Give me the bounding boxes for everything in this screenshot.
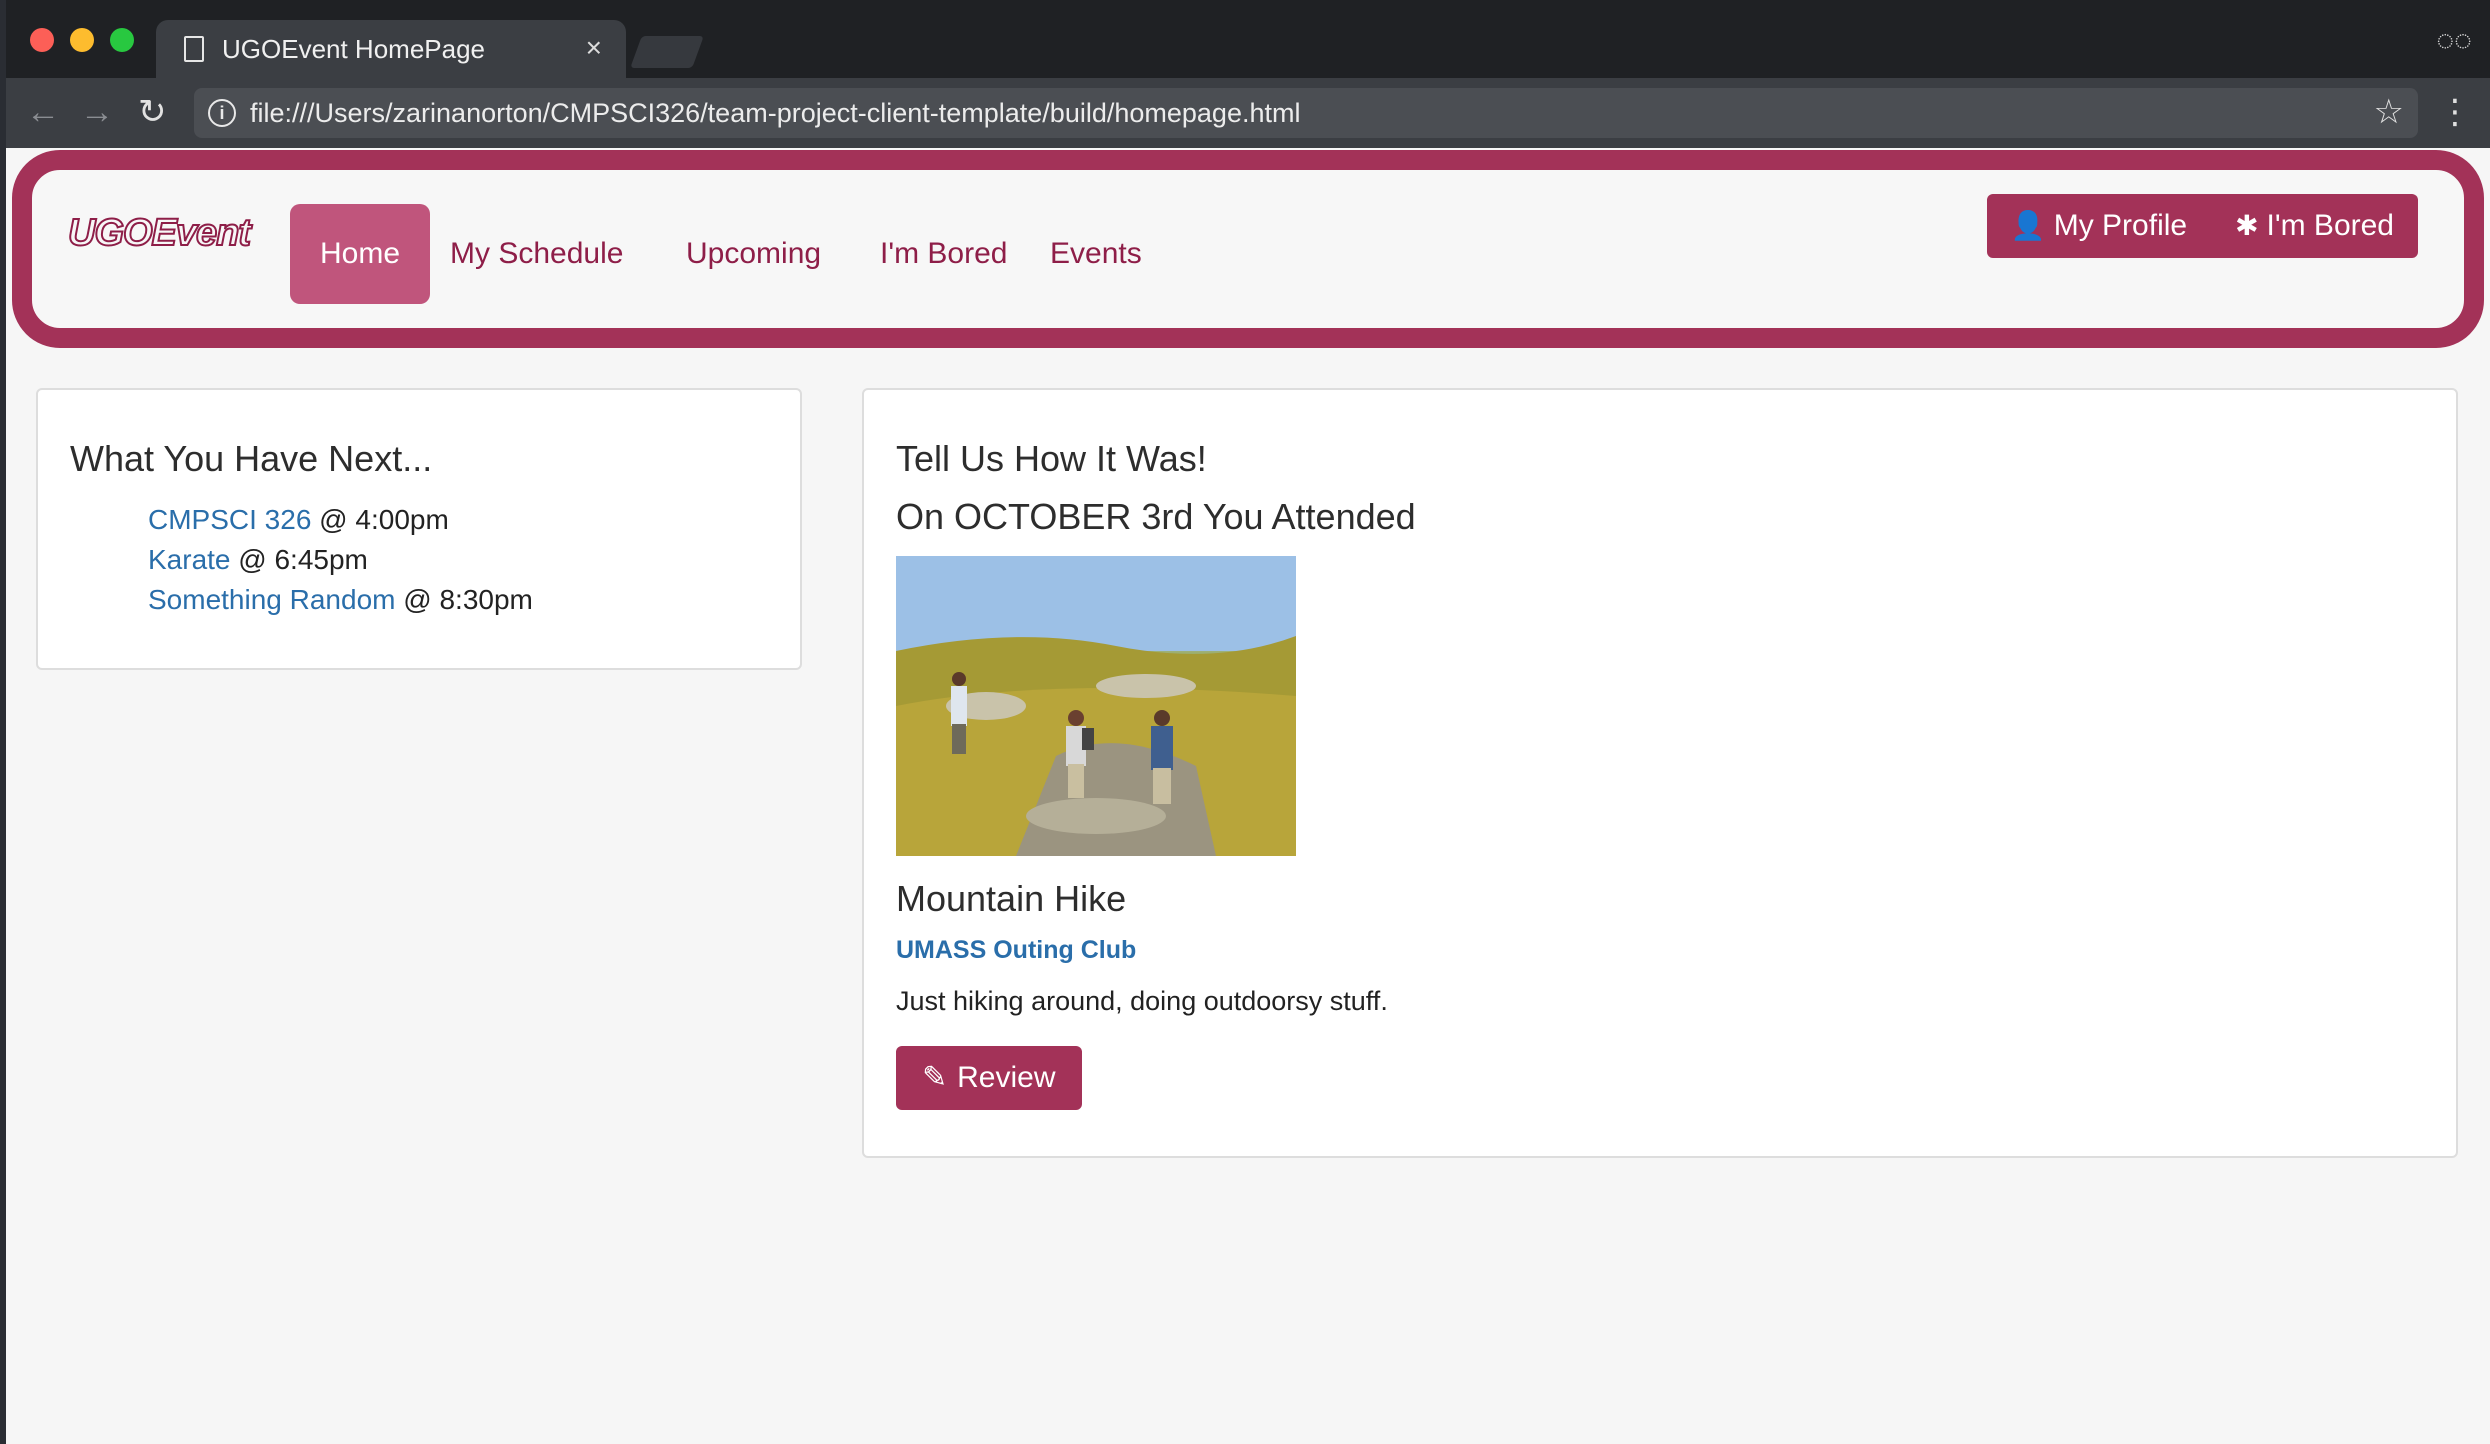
nav-events[interactable]: Events [1020,204,1172,304]
my-profile-button[interactable]: 👤 My Profile [1987,194,2211,258]
attended-subtitle: On OCTOBER 3rd You Attended [896,496,1416,537]
maximize-window-button[interactable] [110,28,134,52]
review-button[interactable]: ✎ Review [896,1046,1082,1110]
document-icon [184,36,204,62]
next-events-title: What You Have Next... [70,438,433,479]
bookmark-star-icon[interactable]: ☆ [2374,92,2404,132]
review-title: Tell Us How It Was! [896,438,1207,479]
event-link[interactable]: CMPSCI 326 [148,504,311,535]
list-item: CMPSCI 326 @ 4:00pm [148,500,533,540]
back-arrow-icon[interactable]: ← [26,90,60,134]
browser-menu-icon[interactable]: ⋮ [2438,92,2472,132]
asterisk-icon: ✱ [2235,210,2259,241]
event-photo [896,556,1296,856]
event-link[interactable]: Karate [148,544,231,575]
browser-toolbar: ← → ↻ i file:///Users/zarinanorton/CMPSC… [6,78,2490,148]
event-time: @ 8:30pm [395,584,533,615]
list-item: Something Random @ 8:30pm [148,580,533,620]
reload-icon[interactable]: ↻ [138,90,167,134]
event-time: @ 4:00pm [311,504,449,535]
my-profile-label: My Profile [2053,209,2188,242]
new-tab-button[interactable] [630,36,704,68]
next-events-panel: What You Have Next... CMPSCI 326 @ 4:00p… [36,388,802,670]
browser-window: UGOEvent HomePage × ◌◌ ← → ↻ i file:///U… [6,0,2490,1444]
review-button-label: Review [957,1061,1056,1094]
user-icon: 👤 [2010,210,2046,241]
tab-close-icon[interactable]: × [586,30,602,66]
next-events-list: CMPSCI 326 @ 4:00pm Karate @ 6:45pm Some… [148,500,533,620]
list-item: Karate @ 6:45pm [148,540,533,580]
info-icon[interactable]: i [208,99,236,127]
nav-im-bored[interactable]: I'm Bored [850,204,1037,304]
close-window-button[interactable] [30,28,54,52]
url-text[interactable]: file:///Users/zarinanorton/CMPSCI326/tea… [250,98,1300,129]
incognito-icon: ◌◌ [2436,24,2472,57]
minimize-window-button[interactable] [70,28,94,52]
site-navbar: UGOEvent Home My Schedule Upcoming I'm B… [12,150,2484,348]
tab-title: UGOEvent HomePage [222,34,486,64]
event-description: Just hiking around, doing outdoorsy stuf… [896,986,1388,1016]
hikers-image [896,556,1296,856]
page-content: UGOEvent Home My Schedule Upcoming I'm B… [6,148,2490,1444]
nav-home[interactable]: Home [290,204,431,304]
event-title: Mountain Hike [896,878,1127,919]
browser-tab[interactable]: UGOEvent HomePage × [156,20,626,78]
nav-my-schedule[interactable]: My Schedule [420,204,653,304]
brand-logo[interactable]: UGOEvent [67,211,252,255]
profile-button-group: 👤 My Profile ✱ I'm Bored [1986,194,2418,258]
im-bored-label: I'm Bored [2266,209,2394,242]
event-organizer-link[interactable]: UMASS Outing Club [896,936,1136,965]
forward-arrow-icon[interactable]: → [80,90,114,134]
review-panel: Tell Us How It Was! On OCTOBER 3rd You A… [862,388,2458,1158]
im-bored-button[interactable]: ✱ I'm Bored [2211,194,2418,258]
tab-bar: UGOEvent HomePage × ◌◌ [6,0,2490,78]
address-bar[interactable]: i file:///Users/zarinanorton/CMPSCI326/t… [194,88,2418,138]
event-time: @ 6:45pm [230,544,368,575]
event-link[interactable]: Something Random [148,584,395,615]
edit-icon: ✎ [922,1061,948,1094]
nav-upcoming[interactable]: Upcoming [656,204,851,304]
